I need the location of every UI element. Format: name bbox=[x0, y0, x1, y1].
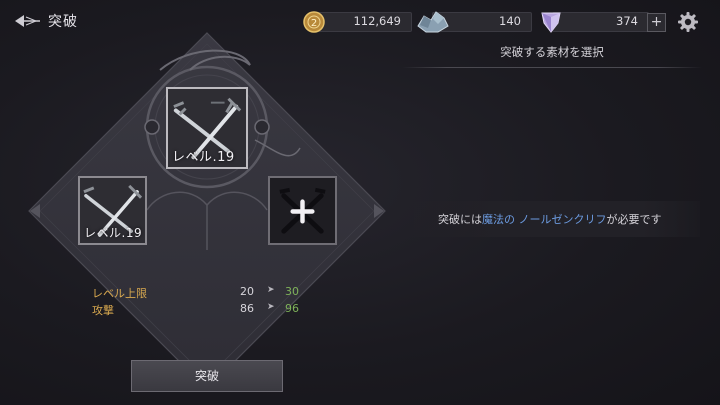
required-material-link[interactable]: 魔法の ノールゼンクリフ bbox=[482, 213, 607, 226]
requirement-text: 突破には魔法の ノールゼンクリフが必要です bbox=[438, 211, 662, 227]
back-icon[interactable] bbox=[12, 10, 42, 32]
target-item-level: レベル.19 bbox=[172, 150, 235, 165]
stat-next-value: 96 bbox=[285, 302, 299, 315]
material-select-title: 突破する素材を選択 bbox=[500, 45, 604, 59]
svg-text:2: 2 bbox=[311, 18, 317, 29]
stat-label: レベル上限 bbox=[92, 287, 147, 300]
stat-current-value: 20 bbox=[240, 285, 254, 298]
requirement-notice: 突破には魔法の ノールゼンクリフが必要です bbox=[414, 201, 700, 237]
stat-current-value: 86 bbox=[240, 302, 254, 315]
stat-row-level-cap: レベル上限 20 ➤ 30 bbox=[92, 285, 312, 301]
divider bbox=[402, 67, 702, 68]
material-item-slot[interactable]: レベル.19 bbox=[78, 176, 147, 245]
stat-label: 攻撃 bbox=[92, 304, 114, 317]
stat-row-attack: 攻撃 86 ➤ 96 bbox=[92, 302, 312, 318]
add-currency-button[interactable]: + bbox=[647, 13, 666, 32]
notice-suffix: が必要です bbox=[606, 213, 662, 226]
empty-material-slot[interactable] bbox=[268, 176, 337, 245]
ore-value: 140 bbox=[499, 14, 521, 28]
gold-value: 112,649 bbox=[353, 14, 401, 28]
arrow-right-icon: ➤ bbox=[267, 302, 275, 312]
crystal-value: 374 bbox=[616, 14, 638, 28]
add-swords-icon bbox=[279, 187, 326, 234]
gold-counter: 112,649 bbox=[318, 12, 412, 32]
arrow-right-icon: ➤ bbox=[267, 285, 275, 295]
crystal-counter: 374 bbox=[552, 12, 649, 32]
crystal-icon bbox=[541, 12, 561, 33]
notice-prefix: 突破には bbox=[438, 213, 482, 226]
material-item-level: レベル.19 bbox=[84, 226, 143, 240]
gold-coin-icon: 2 bbox=[303, 11, 325, 33]
page-title: 突破 bbox=[48, 14, 78, 30]
ore-icon bbox=[417, 11, 449, 33]
target-item-slot[interactable]: レベル.19 bbox=[166, 87, 248, 169]
stat-next-value: 30 bbox=[285, 285, 299, 298]
gear-icon[interactable] bbox=[677, 11, 699, 33]
breakthrough-button[interactable]: 突破 bbox=[131, 360, 283, 392]
